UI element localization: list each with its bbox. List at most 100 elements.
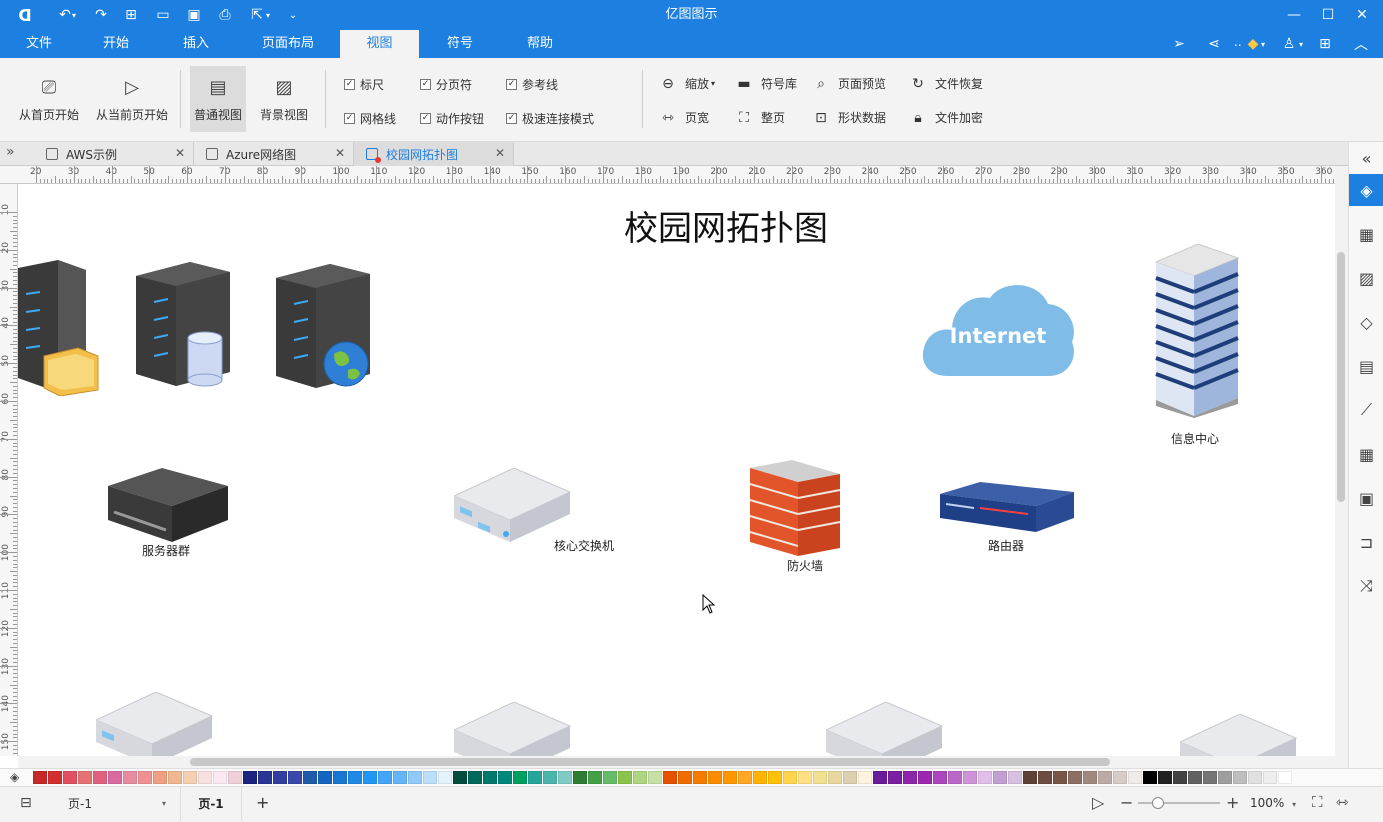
add-page-icon[interactable]: +: [256, 793, 269, 812]
doc-tab[interactable]: AWS示例 ✕: [36, 142, 194, 166]
color-swatch[interactable]: [558, 771, 572, 784]
library-grid-icon[interactable]: ▦: [1349, 218, 1383, 250]
color-swatch[interactable]: [588, 771, 602, 784]
minimize-button[interactable]: —: [1276, 0, 1312, 30]
color-swatch[interactable]: [873, 771, 887, 784]
color-swatch[interactable]: [363, 771, 377, 784]
color-swatch[interactable]: [1278, 771, 1292, 784]
normal-view-button[interactable]: ▤ 普通视图: [190, 66, 246, 132]
color-swatch[interactable]: [453, 771, 467, 784]
color-swatch[interactable]: [1008, 771, 1022, 784]
quick-connect-checkbox[interactable]: ✓ 极速连接模式: [506, 110, 594, 127]
fit-width-icon[interactable]: ⇿: [1336, 793, 1349, 811]
database-server-shape[interactable]: [136, 262, 232, 388]
color-swatch[interactable]: [903, 771, 917, 784]
tab-file[interactable]: 文件: [14, 30, 64, 58]
color-swatch[interactable]: [1218, 771, 1232, 784]
firewall-label[interactable]: 防火墙: [787, 557, 823, 574]
color-swatch[interactable]: [483, 771, 497, 784]
color-swatch[interactable]: [168, 771, 182, 784]
access-switch-shape[interactable]: [1180, 714, 1298, 756]
fill-style-icon[interactable]: ◈: [1349, 174, 1383, 206]
color-swatch[interactable]: [993, 771, 1007, 784]
customize-toolbar-icon[interactable]: ⌄: [280, 0, 306, 30]
server-group-label[interactable]: 服务器群: [142, 542, 190, 559]
open-folder-icon[interactable]: ▭: [150, 0, 176, 30]
maximize-button[interactable]: ☐: [1310, 0, 1346, 30]
color-swatch[interactable]: [468, 771, 482, 784]
chart-icon[interactable]: ⟋: [1349, 394, 1383, 426]
zoom-slider[interactable]: [1138, 797, 1220, 809]
send-icon[interactable]: ➢: [1166, 30, 1192, 58]
close-tab-icon[interactable]: ✕: [175, 146, 185, 160]
color-swatch[interactable]: [63, 771, 77, 784]
color-swatch[interactable]: [198, 771, 212, 784]
color-swatch[interactable]: [423, 771, 437, 784]
file-server-shape[interactable]: [18, 260, 100, 396]
color-swatch[interactable]: [663, 771, 677, 784]
tab-insert[interactable]: 插入: [170, 30, 222, 58]
page-icon[interactable]: ▤: [1349, 350, 1383, 382]
connector-icon[interactable]: ⊐: [1349, 526, 1383, 558]
color-swatch[interactable]: [138, 771, 152, 784]
table-icon[interactable]: ▦: [1349, 438, 1383, 470]
skin-dropdown-icon[interactable]: ▾: [1294, 30, 1308, 58]
color-swatch[interactable]: [1203, 771, 1217, 784]
router-shape[interactable]: [940, 482, 1076, 536]
whole-page-button[interactable]: ⛶ 整页: [736, 109, 785, 126]
collapse-panel-icon[interactable]: «: [1349, 142, 1383, 174]
color-swatch[interactable]: [243, 771, 257, 784]
color-swatch[interactable]: [93, 771, 107, 784]
color-swatch[interactable]: [633, 771, 647, 784]
color-swatch[interactable]: [1068, 771, 1082, 784]
router-label[interactable]: 路由器: [988, 537, 1024, 554]
access-switch-shape[interactable]: [96, 692, 214, 756]
layers-icon[interactable]: ◇: [1349, 306, 1383, 338]
color-swatch[interactable]: [603, 771, 617, 784]
color-swatch[interactable]: [183, 771, 197, 784]
vertical-scrollbar[interactable]: [1335, 166, 1348, 768]
vertical-scroll-thumb[interactable]: [1337, 252, 1345, 502]
share-icon[interactable]: ⋖: [1201, 30, 1227, 58]
web-server-shape[interactable]: [276, 264, 372, 392]
page-select[interactable]: 页-1 ▾: [60, 794, 170, 814]
apps-grid-icon[interactable]: ⊞: [1312, 30, 1338, 58]
close-button[interactable]: ✕: [1344, 0, 1380, 30]
color-swatch[interactable]: [768, 771, 782, 784]
color-swatch[interactable]: [528, 771, 542, 784]
shape-data-button[interactable]: ⊡ 形状数据: [813, 109, 886, 126]
color-swatch[interactable]: [1023, 771, 1037, 784]
color-swatch[interactable]: [303, 771, 317, 784]
color-swatch[interactable]: [33, 771, 47, 784]
color-swatch[interactable]: [48, 771, 62, 784]
grid-checkbox[interactable]: ✓ 网格线: [344, 110, 396, 127]
firewall-shape[interactable]: [748, 460, 842, 558]
color-swatch[interactable]: [738, 771, 752, 784]
server-group-shape[interactable]: [108, 468, 230, 544]
zoom-in-icon[interactable]: +: [1226, 793, 1239, 812]
color-swatch[interactable]: [1233, 771, 1247, 784]
export-dropdown-icon[interactable]: ▾: [262, 0, 274, 30]
page-width-button[interactable]: ⇿ 页宽: [660, 109, 709, 126]
info-center-building-shape[interactable]: [1154, 244, 1240, 418]
color-swatch[interactable]: [1143, 771, 1157, 784]
horizontal-scroll-thumb[interactable]: [190, 758, 1110, 766]
color-swatch[interactable]: [693, 771, 707, 784]
page-panel-icon[interactable]: ⊟: [20, 795, 32, 811]
tab-home[interactable]: 开始: [90, 30, 142, 58]
color-swatch[interactable]: [318, 771, 332, 784]
guides-checkbox[interactable]: ✓ 参考线: [506, 76, 558, 93]
print-icon[interactable]: ⎙: [212, 0, 238, 30]
user-dropdown-icon[interactable]: ▾: [1256, 30, 1270, 58]
color-swatch[interactable]: [963, 771, 977, 784]
play-icon[interactable]: ▷: [1092, 793, 1104, 812]
color-swatch[interactable]: [78, 771, 92, 784]
horizontal-scrollbar[interactable]: [18, 756, 1335, 768]
color-swatch[interactable]: [843, 771, 857, 784]
image-icon[interactable]: ▨: [1349, 262, 1383, 294]
color-swatch[interactable]: [153, 771, 167, 784]
color-swatch[interactable]: [1188, 771, 1202, 784]
color-swatch[interactable]: [1128, 771, 1142, 784]
from-current-page-button[interactable]: ▷ 从当前页开始: [92, 66, 172, 132]
fit-page-icon[interactable]: ⛶: [1312, 793, 1323, 811]
